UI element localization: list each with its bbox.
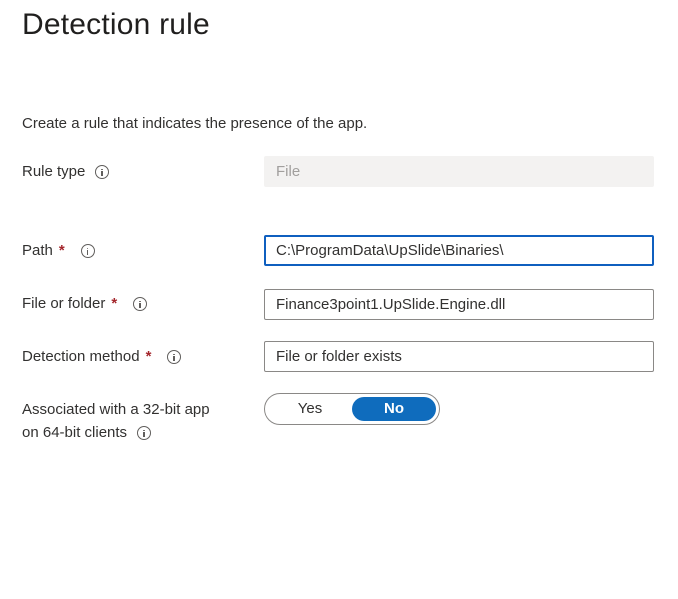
associated-32bit-label-line2: on 64-bit clients (22, 423, 152, 443)
required-asterisk: * (145, 348, 152, 365)
page-description: Create a rule that indicates the presenc… (22, 115, 368, 132)
associated-32bit-label-line1: Associated with a 32-bit app (22, 400, 210, 420)
page-title: Detection rule (22, 8, 210, 41)
rule-type-label: Rule type (22, 163, 86, 180)
detection-method-label-row: Detection method * (22, 347, 182, 367)
path-label: Path (22, 242, 53, 259)
toggle-option-yes[interactable]: Yes (268, 397, 352, 421)
info-icon[interactable] (95, 165, 110, 179)
file-or-folder-input[interactable]: Finance3point1.UpSlide.Engine.dll (264, 289, 654, 320)
required-asterisk: * (58, 242, 65, 259)
toggle-option-no[interactable]: No (352, 397, 436, 421)
required-asterisk: * (111, 295, 118, 312)
info-icon[interactable] (137, 426, 152, 440)
file-or-folder-label: File or folder (22, 295, 106, 312)
associated-32bit-toggle[interactable]: Yes No (264, 393, 440, 425)
rule-type-label-row: Rule type (22, 162, 110, 182)
file-or-folder-label-row: File or folder * (22, 294, 148, 314)
associated-32bit-label-line2-text: on 64-bit clients (22, 424, 128, 441)
info-icon[interactable] (167, 350, 182, 364)
rule-type-field: File (264, 156, 654, 187)
info-icon[interactable] (80, 244, 95, 258)
path-input[interactable]: C:\ProgramData\UpSlide\Binaries\ (264, 235, 654, 266)
detection-method-label: Detection method (22, 348, 140, 365)
info-icon[interactable] (133, 297, 148, 311)
path-label-row: Path * (22, 241, 95, 261)
associated-32bit-label-line1-text: Associated with a 32-bit app (22, 401, 210, 418)
detection-method-dropdown[interactable]: File or folder exists (264, 341, 654, 372)
